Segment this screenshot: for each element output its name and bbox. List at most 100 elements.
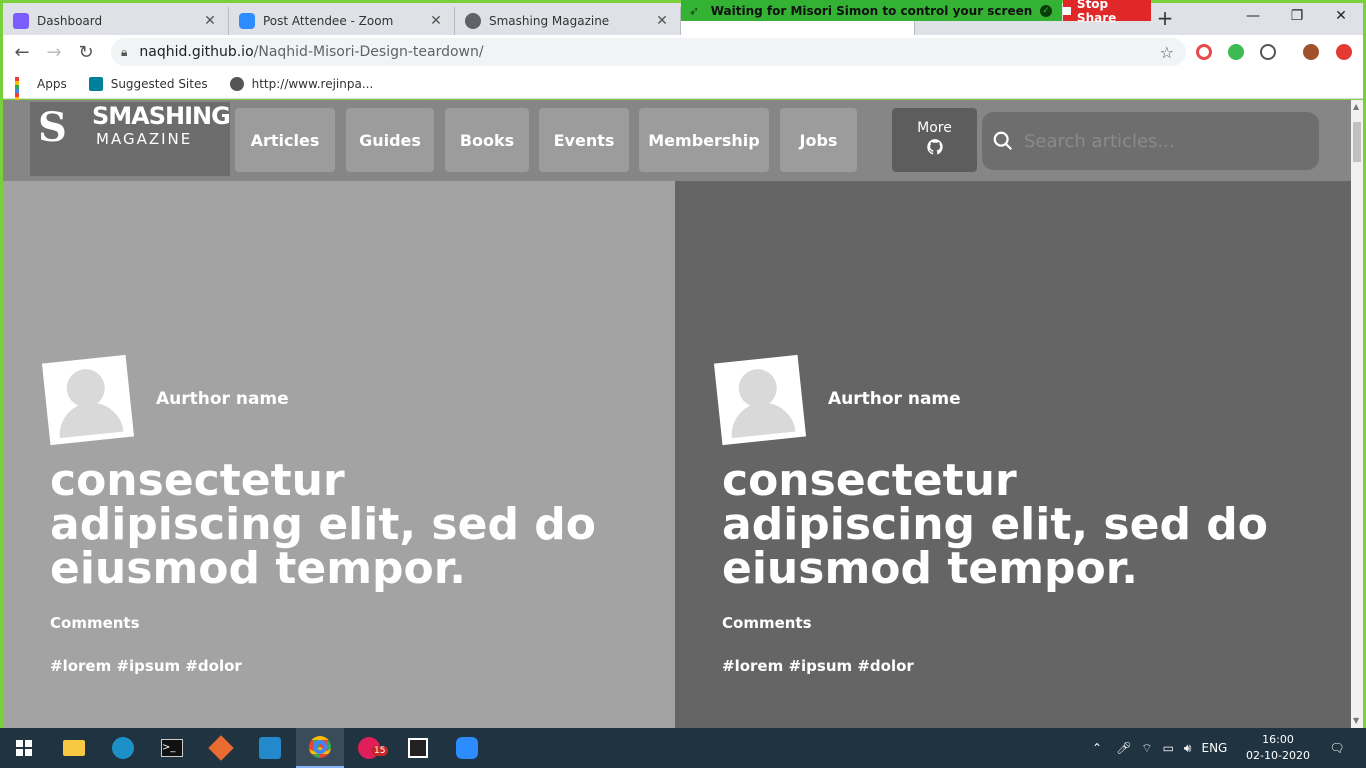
close-tab-icon[interactable]: ✕ bbox=[654, 13, 670, 29]
nav-events[interactable]: Events bbox=[539, 108, 629, 172]
bing-icon bbox=[88, 76, 103, 91]
url-host: naqhid.github.io bbox=[139, 44, 254, 60]
scroll-up-icon[interactable]: ▲ bbox=[1353, 102, 1359, 111]
nav-guides[interactable]: Guides bbox=[346, 108, 434, 172]
back-button[interactable]: ← bbox=[6, 36, 38, 68]
nav-articles[interactable]: Articles bbox=[235, 108, 335, 172]
language-indicator[interactable]: ENG bbox=[1201, 741, 1227, 755]
bookmark-star-icon[interactable]: ☆ bbox=[1160, 43, 1174, 62]
stop-share-button[interactable]: Stop Share bbox=[1063, 0, 1151, 25]
page-viewport: S SMASHING MAGAZINE Articles Guides Book… bbox=[3, 100, 1351, 728]
bookmark-label: Suggested Sites bbox=[110, 76, 208, 91]
taskbar-zoom[interactable] bbox=[443, 728, 491, 768]
author-name[interactable]: Aurthor name bbox=[156, 389, 289, 409]
globe-favicon-icon bbox=[465, 13, 481, 29]
smashing-logo[interactable]: S SMASHING MAGAZINE bbox=[30, 102, 231, 176]
scrollbar-thumb[interactable] bbox=[1353, 122, 1361, 162]
microphone-icon[interactable]: 🎤︎ bbox=[1116, 741, 1131, 755]
nav-jobs[interactable]: Jobs bbox=[780, 108, 857, 172]
wifi-icon[interactable]: ⌔ bbox=[1141, 741, 1152, 756]
address-bar[interactable]: 🔒︎ naqhid.github.io/Naqhid-Misori-Design… bbox=[111, 38, 1186, 66]
article-headline[interactable]: consectetur adipiscing elit, sed do eius… bbox=[722, 459, 1282, 591]
chevron-up-icon[interactable]: ⌃ bbox=[1092, 741, 1102, 755]
forward-button[interactable]: → bbox=[38, 36, 70, 68]
zoom-icon bbox=[456, 737, 478, 759]
logo-secondary-text: MAGAZINE bbox=[96, 130, 193, 148]
comments-link[interactable]: Comments bbox=[722, 614, 812, 632]
vscode-icon bbox=[259, 737, 281, 759]
tab-title: Smashing Magazine bbox=[489, 14, 610, 28]
author-name[interactable]: Aurthor name bbox=[828, 389, 961, 409]
close-tab-icon[interactable]: ✕ bbox=[428, 13, 444, 29]
git-icon bbox=[208, 735, 234, 761]
reload-icon: ↻ bbox=[78, 41, 94, 63]
article-tags[interactable]: #lorem #ipsum #dolor bbox=[50, 657, 242, 675]
nav-membership[interactable]: Membership bbox=[639, 108, 769, 172]
github-icon bbox=[892, 138, 977, 160]
new-tab-button[interactable]: + bbox=[1155, 6, 1175, 30]
dashboard-favicon-icon bbox=[13, 13, 29, 29]
bookmark-label: http://www.rejinpa... bbox=[251, 76, 374, 91]
search-box bbox=[982, 112, 1319, 170]
chrome-icon bbox=[309, 736, 331, 758]
file-explorer-icon bbox=[63, 740, 85, 756]
taskbar-chrome[interactable] bbox=[296, 728, 344, 768]
article-headline[interactable]: consectetur adipiscing elit, sed do eius… bbox=[50, 459, 610, 591]
scroll-down-icon[interactable]: ▼ bbox=[1353, 716, 1359, 725]
minimize-button[interactable]: — bbox=[1230, 3, 1276, 29]
stop-share-label: Stop Share bbox=[1076, 0, 1117, 25]
stop-icon bbox=[1063, 6, 1071, 15]
taskbar-git[interactable] bbox=[197, 728, 245, 768]
taskbar-window[interactable] bbox=[394, 728, 442, 768]
taskbar-vscode[interactable] bbox=[246, 728, 294, 768]
zoom-share-banner: ➶ Waiting for Misori Simon to control yo… bbox=[681, 0, 1062, 21]
author-avatar bbox=[713, 354, 807, 446]
taskbar-terminal[interactable]: >_ bbox=[148, 728, 196, 768]
window-icon bbox=[408, 738, 428, 758]
article-tags[interactable]: #lorem #ipsum #dolor bbox=[722, 657, 914, 675]
url-path: /Naqhid-Misori-Design-teardown/ bbox=[253, 44, 484, 60]
author-avatar bbox=[41, 354, 135, 446]
article-card[interactable]: Aurthor name consectetur adipiscing elit… bbox=[3, 181, 675, 728]
bookmark-apps[interactable]: Apps bbox=[15, 76, 67, 113]
extension-icon[interactable] bbox=[1260, 44, 1276, 60]
tab-dashboard[interactable]: Dashboard ✕ bbox=[3, 7, 229, 35]
close-tab-icon[interactable]: ✕ bbox=[202, 13, 218, 29]
system-clock[interactable]: 16:00 02-10-2020 bbox=[1246, 732, 1310, 764]
article-card[interactable]: Aurthor name consectetur adipiscing elit… bbox=[675, 181, 1351, 728]
battery-icon[interactable]: ▭ bbox=[1163, 741, 1174, 755]
reload-button[interactable]: ↻ bbox=[70, 36, 102, 68]
taskbar-edge[interactable] bbox=[99, 728, 147, 768]
site-header: S SMASHING MAGAZINE Articles Guides Book… bbox=[3, 100, 1351, 181]
bookmark-suggested-sites[interactable]: Suggested Sites bbox=[88, 76, 208, 91]
start-button[interactable] bbox=[0, 728, 48, 768]
slack-badge: 15 bbox=[371, 746, 389, 756]
profile-avatar[interactable] bbox=[1303, 44, 1319, 60]
page-scrollbar[interactable]: ▲ ▼ bbox=[1351, 100, 1363, 728]
minimize-icon: — bbox=[1246, 8, 1260, 24]
search-input[interactable] bbox=[1024, 130, 1304, 152]
lastpass-extension-icon[interactable] bbox=[1196, 44, 1212, 60]
lock-icon: 🔒︎ bbox=[121, 44, 128, 59]
tab-title: Post Attendee - Zoom bbox=[263, 14, 394, 28]
volume-icon[interactable]: 🔊︎ bbox=[1184, 741, 1192, 756]
globe-icon bbox=[229, 76, 244, 91]
more-button[interactable]: More bbox=[892, 108, 977, 172]
tab-zoom[interactable]: Post Attendee - Zoom ✕ bbox=[229, 7, 455, 35]
close-window-button[interactable]: ✕ bbox=[1318, 3, 1364, 29]
tab-smashing-magazine[interactable]: Smashing Magazine ✕ bbox=[455, 7, 681, 35]
nav-books[interactable]: Books bbox=[445, 108, 529, 172]
windows-taskbar: >_ 15 ⌃ 🎤︎ ⌔ ▭ 🔊︎ ENG 16:00 02-10-2020 🗨… bbox=[0, 728, 1366, 768]
maximize-button[interactable]: ❐ bbox=[1274, 3, 1320, 29]
start-icon bbox=[16, 740, 32, 756]
taskbar-file-explorer[interactable] bbox=[50, 728, 98, 768]
grammarly-extension-icon[interactable] bbox=[1228, 44, 1244, 60]
notification-button[interactable]: 🗨︎ bbox=[1322, 728, 1352, 768]
comments-link[interactable]: Comments bbox=[50, 614, 140, 632]
bookmark-rejinpa[interactable]: http://www.rejinpa... bbox=[229, 76, 374, 91]
update-icon[interactable] bbox=[1336, 44, 1352, 60]
taskbar-slack[interactable]: 15 bbox=[345, 728, 393, 768]
clock-date: 02-10-2020 bbox=[1246, 749, 1310, 762]
bookmark-label: Apps bbox=[37, 76, 67, 91]
shield-check-icon: ✓ bbox=[1040, 4, 1052, 17]
